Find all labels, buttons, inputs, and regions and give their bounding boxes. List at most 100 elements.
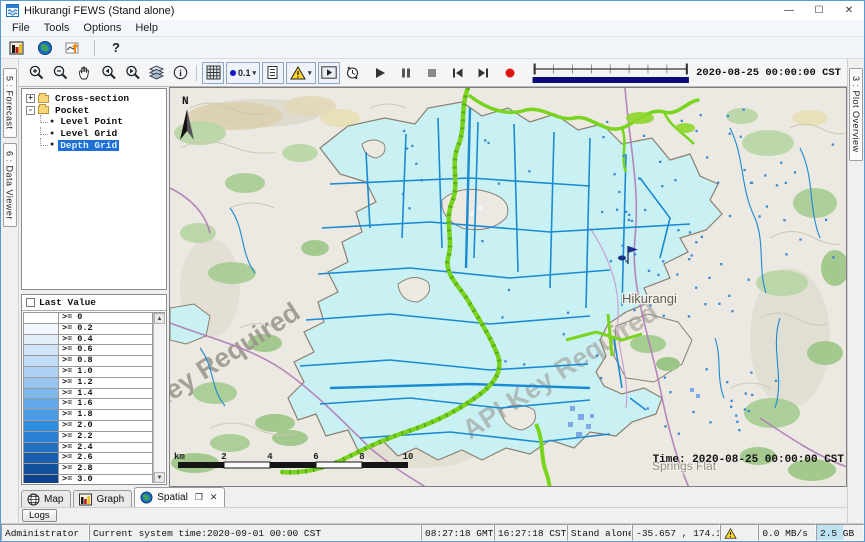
tree-item-depth-grid[interactable]: Depth Grid [58,140,119,151]
menu-tools[interactable]: Tools [37,21,77,35]
pan-button[interactable] [73,62,95,84]
logs-button[interactable]: Logs [22,509,57,522]
close-button[interactable]: ✕ [834,1,864,20]
dock-tab-forecast[interactable]: 5 : Forecast [3,68,17,138]
map-display-button[interactable] [35,39,55,57]
scale-tick-label: 6 [313,452,318,462]
status-warning-cell[interactable] [720,524,758,541]
legend-row[interactable]: >= 2.2 [23,432,153,443]
reports-button[interactable] [7,39,27,57]
spatial-map[interactable]: API Key Required [170,88,847,487]
threshold-value: 0.1 [238,68,251,78]
dock-tab-data-viewer[interactable]: 6 : Data Viewer [3,143,17,228]
legend-row[interactable]: >= 3.0 [23,475,153,483]
zoom-out-icon [52,64,69,81]
zoom-next-button[interactable] [121,62,143,84]
tree-collapse-icon[interactable]: - [26,106,35,115]
status-local-time: 16:27:18 CST [494,524,567,541]
tree-connector [40,115,48,123]
status-coordinates: -35.657 , 174.199 [632,524,720,541]
tab-map[interactable]: Map [21,490,71,507]
tab-map-label: Map [44,494,63,505]
tab-spatial[interactable]: Spatial ❒ ✕ [134,487,225,507]
maximize-button[interactable]: ☐ [804,1,834,20]
slider-handle-start[interactable] [533,63,535,74]
last-value-checkbox[interactable] [26,298,35,307]
folder-icon [38,95,49,103]
legend-row-label: >= 2.2 [59,432,153,443]
tree-item-pocket[interactable]: Pocket [53,105,91,116]
legend-color-swatch [23,335,59,346]
threshold-dropdown[interactable]: 0.1 ▾ [226,62,260,84]
scale-unit-label: km [174,452,185,462]
info-button[interactable]: i [169,62,191,84]
tab-close-icon[interactable]: ✕ [210,492,218,503]
status-memory: 2.5 GB [816,524,864,541]
animation-window-button[interactable] [318,62,340,84]
legend-row[interactable]: >= 1.2 [23,378,153,389]
skip-end-icon [477,67,490,79]
legend-color-swatch [23,464,59,475]
tab-graph[interactable]: Graph [73,490,132,507]
zoom-out-button[interactable] [49,62,71,84]
warning-icon [724,528,737,539]
scale-tick-label: 4 [267,452,273,462]
legend-color-swatch [23,324,59,335]
dock-tab-plot-overview[interactable]: 3 : Plot Overview [849,68,863,161]
timeseries-button[interactable] [63,39,83,57]
skip-to-start-button[interactable] [448,63,468,83]
tab-maximize-icon[interactable]: ❒ [195,492,203,503]
legend-color-swatch [23,421,59,432]
zoom-next-icon [124,64,141,81]
status-transfer-rate: 0.0 MB/s [758,524,816,541]
svg-text:i: i [179,68,182,78]
clock-rotate-icon [344,64,361,81]
animation-settings-button[interactable] [342,62,364,84]
legend-row[interactable]: >= 0.2 [23,324,153,335]
toolbar-separator [94,40,95,56]
legend-color-swatch [23,475,59,483]
tree-expand-icon[interactable]: + [26,94,35,103]
help-icon: ? [112,40,120,55]
layers-button[interactable] [145,62,167,84]
tab-spatial-label: Spatial [157,492,188,503]
tree-connector [40,138,48,146]
zoom-in-button[interactable] [25,62,47,84]
legend-color-swatch [23,399,59,410]
tree-item-level-point[interactable]: Level Point [58,116,125,127]
time-slider[interactable] [532,61,689,85]
play-button[interactable] [370,63,390,83]
menu-options[interactable]: Options [76,21,128,35]
map-canvas[interactable]: API Key Required [169,87,847,487]
tree-item-level-grid[interactable]: Level Grid [58,128,119,139]
legend-color-swatch [23,367,59,378]
scroll-up-icon[interactable]: ▲ [154,313,165,324]
scroll-down-icon[interactable]: ▼ [154,472,165,483]
bottom-tab-bar: Map Graph [19,487,847,507]
title-bar: Hikurangi FEWS (Stand alone) — ☐ ✕ [1,1,864,20]
menu-help[interactable]: Help [128,21,165,35]
bar-chart-icon [79,493,92,506]
warnings-dropdown[interactable]: ▾ [286,62,316,84]
legend-scrollbar[interactable]: ▲ ▼ [153,313,165,483]
tree-row: ● Depth Grid [26,139,166,151]
menu-file[interactable]: File [5,21,37,35]
status-user: Administrator [1,524,89,541]
play-icon [374,67,386,79]
north-label: N [182,96,189,108]
slider-handle-end[interactable] [685,63,687,74]
grid-display-button[interactable] [202,62,224,84]
legend-row-label: >= 1.2 [59,378,153,389]
tree-item-cross-section[interactable]: Cross-section [53,93,131,104]
help-button[interactable]: ? [106,39,126,57]
zoom-previous-button[interactable] [97,62,119,84]
minimize-button[interactable]: — [774,1,804,20]
legend-toggle-button[interactable] [262,62,284,84]
pause-button[interactable] [396,63,416,83]
legend-row-label: >= 0.2 [59,324,153,335]
skip-to-end-button[interactable] [474,63,494,83]
record-button[interactable] [500,63,520,83]
stop-button[interactable] [422,63,442,83]
legend-color-swatch [23,389,59,400]
scale-tick-label: 10 [403,452,414,462]
